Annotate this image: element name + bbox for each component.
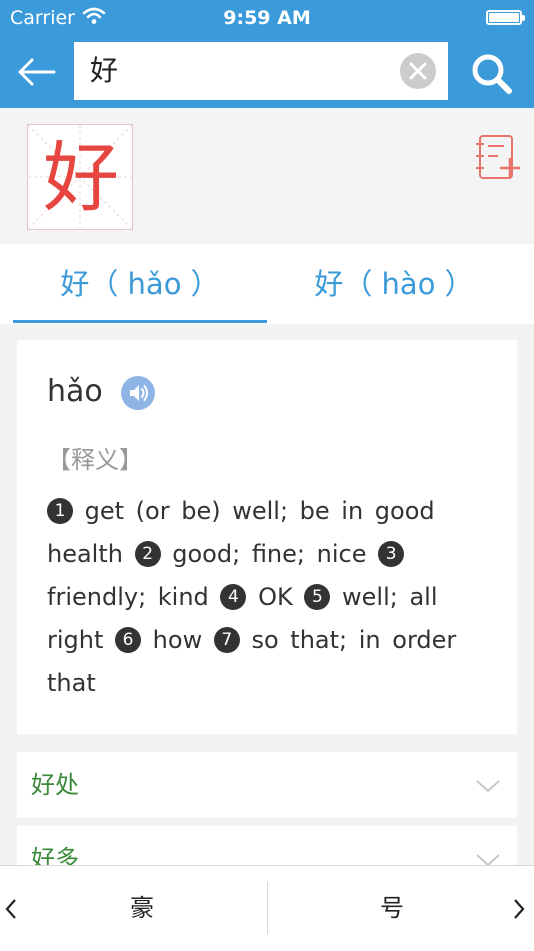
top-bar: Carrier 9:59 AM 好 [0,0,534,108]
bottom-nav: 豪 号 [0,865,534,951]
definition-card: hǎo 【释义】 1 get (or be) well; be in good … [17,340,517,734]
sense-number: 6 [115,627,142,653]
character-glyph: 好 [43,133,119,222]
clear-icon[interactable] [400,53,436,89]
search-input-value[interactable]: 好 [90,42,118,100]
play-audio-button[interactable] [121,376,155,410]
search-input[interactable]: 好 [74,42,448,100]
list-item[interactable]: 好处 [17,752,517,818]
pinyin-label: hǎo [47,374,103,409]
character-header: 好 [0,108,534,244]
sense-text: so that; in order that [47,626,457,697]
status-bar: Carrier 9:59 AM [0,0,534,38]
chevron-down-icon [476,780,500,793]
back-arrow-icon[interactable] [14,52,58,92]
prev-character-button[interactable]: 豪 [22,866,262,950]
speaker-icon[interactable] [121,376,155,410]
sense-text: good; fine; nice [172,540,367,568]
chevron-right-icon[interactable] [512,898,526,920]
divider [267,882,268,934]
tab-hao4[interactable]: 好（ hào ） [267,244,521,324]
sense-text: how [152,626,203,654]
sense-number: 2 [134,541,161,567]
definition-text: 1 get (or be) well; be in good health 2 … [47,490,487,705]
battery-icon [486,10,525,25]
sense-number: 1 [47,498,73,524]
status-time: 9:59 AM [223,7,311,29]
sense-number: 3 [378,541,405,567]
sense-number: 4 [220,584,247,610]
sense-number: 7 [213,627,240,653]
definition-section-label: 【释义】 [47,446,143,474]
next-character-button[interactable]: 号 [272,866,512,950]
clear-search-button[interactable] [400,53,436,89]
sense-text: friendly; kind [47,583,209,611]
phrase-label: 好处 [31,771,79,799]
reading-tabs: 好（ hǎo ） 好（ hào ） [0,244,534,324]
search-icon[interactable] [468,50,516,96]
add-to-notebook-icon[interactable] [474,132,522,182]
sense-text: OK [258,583,293,611]
chevron-left-icon[interactable] [4,898,18,920]
tab-hao3[interactable]: 好（ hǎo ） [13,244,267,324]
active-tab-indicator [13,320,267,323]
sense-number: 5 [304,584,331,610]
character-tile: 好 [27,124,133,230]
